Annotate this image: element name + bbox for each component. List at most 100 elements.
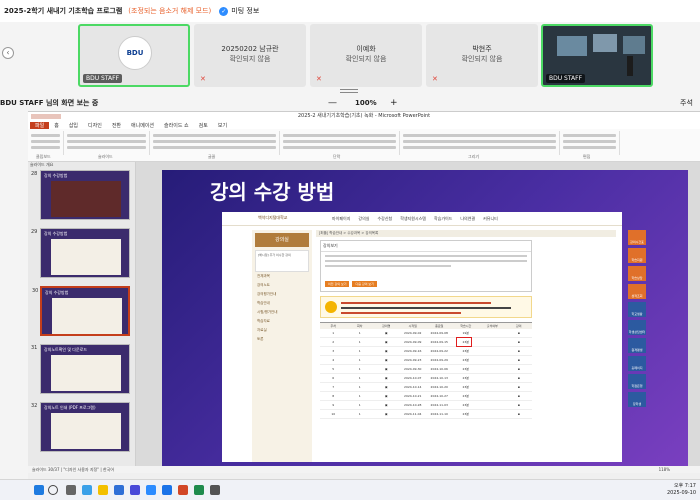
bdu-logo: BDU xyxy=(118,36,152,70)
mic-muted-icon: ✕ xyxy=(200,75,206,83)
windows-taskbar: 오후 7:17 2025-09-10 xyxy=(0,479,700,500)
slide-thumbnail-pane: 슬라이드 개요 28 강의 수강방법 29 강의 수강방법 30 강의 수강방법 xyxy=(28,162,136,473)
quick-link: 학습지원 xyxy=(628,248,646,263)
quick-access-toolbar[interactable] xyxy=(31,114,61,119)
slide-thumbnail[interactable]: 32 강의노트 인쇄 (PDF 프로그램) xyxy=(31,402,130,452)
table-row: 9 1 ▣ 2024-10-28 2024-11-03 23분 ▪ xyxy=(320,401,532,410)
table-cell-time: 23분 xyxy=(462,367,470,371)
table-cell-play: ▪ xyxy=(517,412,520,416)
zoom-icon[interactable] xyxy=(146,485,156,495)
edge-icon[interactable] xyxy=(82,485,92,495)
table-cell-end: 2024-09-22 xyxy=(430,349,448,353)
current-slide[interactable]: 강의 수강 방법 백석디지털대학교 마이페이지 강의실 수강신청 학생지원시스템… xyxy=(162,170,688,466)
tab-animations[interactable]: 애니메이션 xyxy=(126,122,159,129)
table-cell-lec: 1 xyxy=(358,394,361,398)
participant-tile-2[interactable]: 20250202 남규란 확인되지 않음 ✕ xyxy=(194,24,306,87)
web-menu-item: 토론 xyxy=(257,337,264,341)
status-text: 슬라이드 30/37 | "디자인 사용자 지정" | 한국어 xyxy=(32,467,115,472)
slide-number: 30 xyxy=(32,288,39,294)
table-cell-week: 6 xyxy=(332,376,335,380)
table-cell-icon: ▣ xyxy=(384,340,388,344)
participant-tile-3[interactable]: 이예화 확인되지 않음 ✕ xyxy=(310,24,422,87)
slide-thumb-title: 강의노트 인쇄 (PDF 프로그램) xyxy=(44,405,96,410)
slide-thumbnail[interactable]: 29 강의 수강방법 xyxy=(31,228,130,278)
table-cell-time: 23분 xyxy=(462,385,470,389)
task-view-icon[interactable] xyxy=(66,485,76,495)
table-cell-end: 2024-11-10 xyxy=(430,412,448,416)
table-cell-start: 2024-11-04 xyxy=(404,412,422,416)
participant-status: 확인되지 않음 xyxy=(461,55,503,63)
zoom-level[interactable]: 100% xyxy=(355,99,377,107)
mic-muted-icon: ✕ xyxy=(316,75,322,83)
tab-view[interactable]: 보기 xyxy=(213,122,232,129)
slide-thumbnail[interactable]: 28 강의 수강방법 xyxy=(31,170,130,220)
excel-icon[interactable] xyxy=(194,485,204,495)
tab-slideshow[interactable]: 슬라이드 쇼 xyxy=(159,122,194,129)
web-nav-item: 학습가이드 xyxy=(433,216,453,221)
table-row: 5 1 ▣ 2024-09-30 2024-10-06 23분 ▪ xyxy=(320,365,532,374)
table-cell-play: ▪ xyxy=(517,358,520,362)
slide-number: 31 xyxy=(31,345,38,351)
slide-thumbnail[interactable]: 31 강의노트확인 및 다운로드 xyxy=(31,344,130,394)
ribbon-group-editing[interactable] xyxy=(560,131,620,155)
col-header: 주차 xyxy=(330,324,337,328)
participant-name: 박현주 xyxy=(472,45,492,53)
participant-tile-4[interactable]: 박현주 확인되지 않음 ✕ xyxy=(426,24,538,87)
annotate-button[interactable]: 주석 xyxy=(680,98,693,108)
quick-link: 학생상담센터 xyxy=(628,320,646,335)
web-menu-item: 학습자료 xyxy=(257,319,270,323)
ribbon-group-drawing[interactable] xyxy=(400,131,560,155)
table-body: 1 1 ▣ 2024-09-02 2024-09-08 19분 ▪ 2 1 ▣ 2024-09-09… xyxy=(320,329,532,419)
video-feed xyxy=(557,36,587,56)
tab-design[interactable]: 디자인 xyxy=(83,122,107,129)
thumb-content xyxy=(51,239,121,275)
windows-start-icon[interactable] xyxy=(34,485,44,495)
tab-insert[interactable]: 삽입 xyxy=(64,122,83,129)
app-icon[interactable] xyxy=(210,485,220,495)
shield-icon[interactable]: ✓ xyxy=(219,6,229,16)
ribbon-group-paragraph[interactable] xyxy=(280,131,400,155)
quick-link: 학습상담 xyxy=(628,266,646,281)
table-cell-time: 23분 xyxy=(462,376,470,380)
thumbnail-header[interactable]: 슬라이드 개요 xyxy=(28,162,135,168)
table-header: 주차 회차 강의명 시작일 종료일 학습시간 출석여부 강의 xyxy=(320,323,532,329)
web-nav-item: 커뮤니티 xyxy=(483,216,498,221)
tab-transitions[interactable]: 전환 xyxy=(107,122,126,129)
participant-tile-5[interactable]: BDU STAFF xyxy=(541,24,653,87)
ribbon-group-font[interactable] xyxy=(150,131,280,155)
zoom-out-button[interactable]: — xyxy=(328,98,337,108)
web-menu-item: 전체과목 xyxy=(257,274,270,278)
table-cell-lec: 1 xyxy=(358,340,361,344)
tab-file[interactable]: 파일 xyxy=(30,121,50,129)
table-cell-end: 2024-09-15 xyxy=(430,340,448,344)
ppt-zoom-level[interactable]: 118% xyxy=(659,466,670,473)
teams-icon[interactable] xyxy=(130,485,140,495)
table-cell-week: 5 xyxy=(332,367,335,371)
table-row: 2 1 ▣ 2024-09-09 2024-09-15 23분 ▪ xyxy=(320,338,532,347)
slide-thumbnail-selected[interactable]: 30 강의 수강방법 xyxy=(32,286,130,336)
table-row: 1 1 ▣ 2024-09-02 2024-09-08 19분 ▪ xyxy=(320,329,532,338)
ribbon-group-clipboard[interactable] xyxy=(28,131,64,155)
search-icon[interactable] xyxy=(48,485,58,495)
notice-box xyxy=(320,296,532,318)
clock[interactable]: 오후 7:17 2025-09-10 xyxy=(667,483,696,497)
folder-icon[interactable] xyxy=(98,485,108,495)
meeting-info-button[interactable]: 미팅 정보 xyxy=(231,6,259,16)
table-cell-start: 2024-10-07 xyxy=(404,376,422,380)
outlook-icon[interactable] xyxy=(114,485,124,495)
ribbon-group-slides[interactable] xyxy=(64,131,150,155)
thumb-content xyxy=(51,413,121,449)
clock-date: 2025-09-10 xyxy=(666,490,696,496)
group-label: 그리기 xyxy=(468,154,480,159)
tab-home[interactable]: 홈 xyxy=(49,122,64,129)
powerpoint-icon[interactable] xyxy=(178,485,188,495)
chrome-icon[interactable] xyxy=(162,485,172,495)
zoom-in-button[interactable]: + xyxy=(390,98,398,108)
participant-tile-1[interactable]: BDU BDU STAFF xyxy=(78,24,190,87)
tab-review[interactable]: 검토 xyxy=(194,122,213,129)
ppt-window-title: 2025-2 새내기기초학습(기초) 녹화 - Microsoft PowerP… xyxy=(28,112,700,121)
resize-handle[interactable] xyxy=(340,89,358,93)
gallery-prev-button[interactable]: ‹ xyxy=(2,47,14,59)
meeting-mode: (조정되는 음소거 해제 모드) xyxy=(128,7,212,15)
table-cell-icon: ▣ xyxy=(384,376,388,380)
